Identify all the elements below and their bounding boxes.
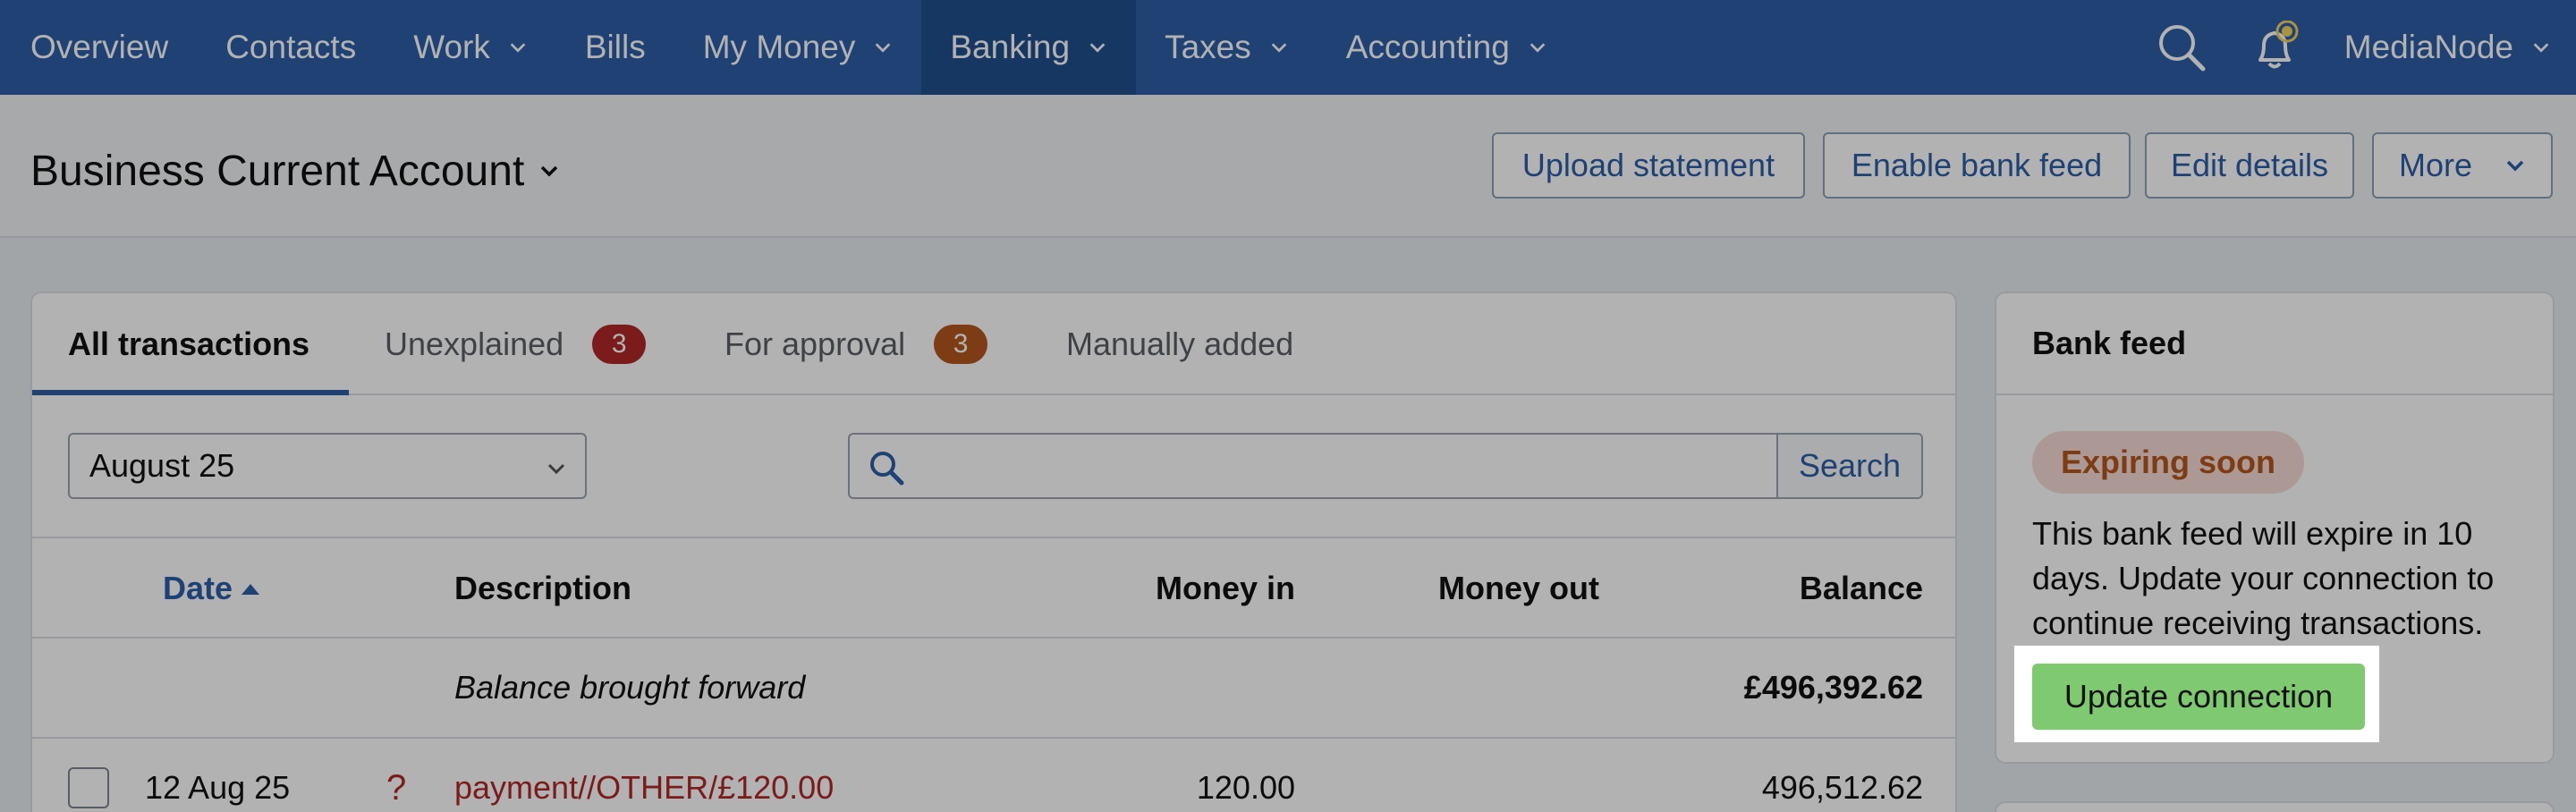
chevron-down-icon xyxy=(1271,43,1287,53)
sort-ascending-icon xyxy=(242,584,260,595)
tab-unexplained[interactable]: Unexplained 3 xyxy=(385,293,647,395)
unexplained-flag-icon: ? xyxy=(386,767,407,808)
nav-banking[interactable]: Banking xyxy=(921,0,1137,95)
account-switcher[interactable]: Business Current Account xyxy=(30,140,560,202)
row-money-in: 120.00 xyxy=(1196,769,1295,806)
nav-taxes[interactable]: Taxes xyxy=(1136,0,1318,95)
row-checkbox[interactable] xyxy=(68,767,109,808)
transactions-panel: All transactions Unexplained 3 For appro… xyxy=(30,292,1957,812)
more-button[interactable]: More xyxy=(2372,132,2553,199)
tab-for-approval[interactable]: For approval 3 xyxy=(724,293,988,395)
balance-forward-amount: £496,392.62 xyxy=(1743,669,1923,706)
balance-forward-label: Balance brought forward xyxy=(454,669,806,706)
tab-manually-added[interactable]: Manually added xyxy=(1066,293,1293,395)
upload-statement-button[interactable]: Upload statement xyxy=(1492,132,1805,199)
nav-bills[interactable]: Bills xyxy=(556,0,674,95)
tab-all-transactions[interactable]: All transactions xyxy=(68,293,309,395)
divider xyxy=(1996,393,2553,395)
enable-bank-feed-button[interactable]: Enable bank feed xyxy=(1823,132,2131,199)
balance-forward-row: Balance brought forward £496,392.62 xyxy=(32,639,1955,739)
page-title: Business Current Account xyxy=(30,147,525,195)
unexplained-count-badge: 3 xyxy=(592,325,647,364)
chevron-down-icon xyxy=(2533,43,2549,53)
approval-count-badge: 3 xyxy=(934,325,988,364)
money-in-column-header: Money in xyxy=(1155,570,1295,606)
search-box: Search xyxy=(848,433,1923,499)
top-navigation: Overview Contacts Work Bills My Money Ba… xyxy=(0,0,2576,95)
status-badge: Expiring soon xyxy=(2032,431,2305,494)
chevron-down-icon xyxy=(541,165,558,177)
chevron-down-icon xyxy=(547,463,565,475)
search-input[interactable] xyxy=(850,435,1776,497)
nav-my-money[interactable]: My Money xyxy=(674,0,922,95)
search-icon xyxy=(870,452,904,486)
bank-feed-card: Bank feed Expiring soon This bank feed w… xyxy=(1995,292,2555,764)
date-column-header[interactable]: Date xyxy=(163,538,261,639)
secondary-card xyxy=(1995,801,2555,812)
description-column-header: Description xyxy=(454,570,632,606)
search-icon[interactable] xyxy=(2155,21,2208,74)
row-balance: 496,512.62 xyxy=(1761,769,1923,806)
table-header: Date Description Money in Money out Bala… xyxy=(32,537,1955,639)
nav-contacts[interactable]: Contacts xyxy=(197,0,385,95)
search-button[interactable]: Search xyxy=(1776,435,1921,497)
nav-right: MediaNode xyxy=(2135,0,2576,95)
balance-column-header: Balance xyxy=(1799,570,1923,606)
edit-details-button[interactable]: Edit details xyxy=(2145,132,2354,199)
nav-work[interactable]: Work xyxy=(385,0,556,95)
transaction-tabs: All transactions Unexplained 3 For appro… xyxy=(32,293,1955,395)
account-header: Business Current Account Upload statemen… xyxy=(0,95,2576,238)
chevron-down-icon xyxy=(2506,160,2524,172)
table-row[interactable]: 12 Aug 25 ? payment//OTHER/£120.00 120.0… xyxy=(32,739,1955,812)
chevron-down-icon xyxy=(1530,43,1546,53)
user-menu[interactable]: MediaNode xyxy=(2321,29,2576,66)
period-select[interactable]: August 25 xyxy=(68,433,587,499)
nav-overview[interactable]: Overview xyxy=(0,0,197,95)
bank-feed-message: This bank feed will expire in 10 days. U… xyxy=(2032,515,2495,641)
money-out-column-header: Money out xyxy=(1438,570,1599,606)
active-tab-indicator xyxy=(32,390,349,395)
chevron-down-icon xyxy=(876,43,891,53)
row-date: 12 Aug 25 xyxy=(145,769,291,806)
chevron-down-icon xyxy=(1089,43,1106,53)
row-description-link[interactable]: payment//OTHER/£120.00 xyxy=(454,739,834,812)
row-money-out xyxy=(1320,739,1599,812)
chevron-down-icon xyxy=(510,43,526,53)
nav-accounting[interactable]: Accounting xyxy=(1318,0,1576,95)
update-connection-button[interactable]: Update connection xyxy=(2032,664,2365,730)
bell-icon[interactable] xyxy=(2248,21,2301,74)
bank-feed-title: Bank feed xyxy=(2032,325,2187,361)
